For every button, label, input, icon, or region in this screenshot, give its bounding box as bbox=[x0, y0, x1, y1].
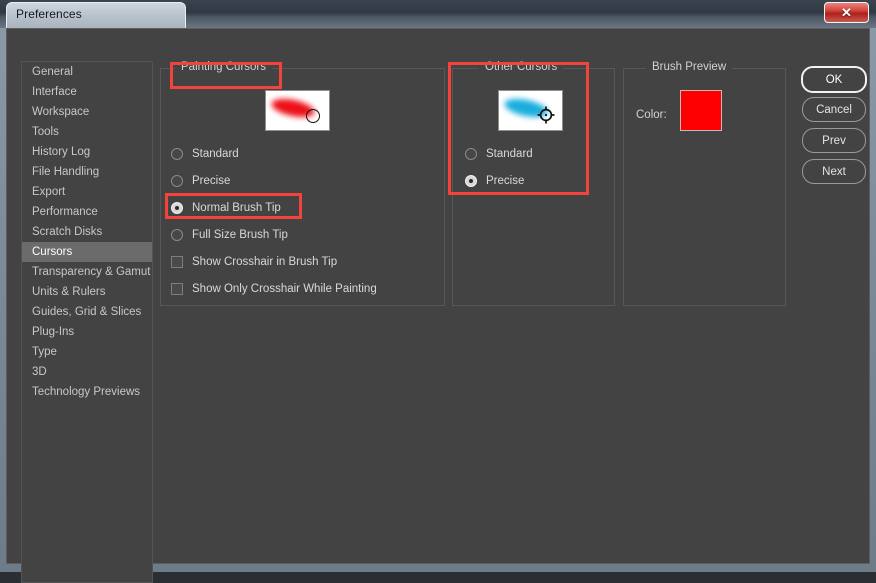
brush-preview-color-label: Color: bbox=[636, 109, 667, 121]
sidebar-item-workspace[interactable]: Workspace bbox=[22, 102, 152, 122]
title-bar: Preferences ✕ bbox=[0, 0, 876, 28]
sidebar-item-label: Units & Rulers bbox=[32, 286, 106, 298]
sidebar-item-label: Technology Previews bbox=[32, 386, 141, 398]
brush-preview-group: Brush Preview Color: bbox=[623, 61, 786, 306]
painting-cursor-preview bbox=[265, 90, 330, 131]
radio-full-size-brush-tip[interactable]: Full Size Brush Tip bbox=[171, 226, 288, 244]
sidebar-item-label: History Log bbox=[32, 146, 91, 158]
radio-precise[interactable]: Precise bbox=[465, 172, 524, 190]
preferences-dialog-window: Preferences ✕ General Interface Workspace T… bbox=[0, 0, 876, 583]
sidebar-item-label: Export bbox=[32, 186, 66, 198]
option-label: Standard bbox=[486, 148, 533, 160]
option-label: Show Crosshair in Brush Tip bbox=[192, 256, 338, 268]
button-label: Prev bbox=[822, 134, 846, 147]
sidebar-item-label: File Handling bbox=[32, 166, 100, 178]
sidebar-item-label: Cursors bbox=[32, 246, 73, 258]
button-label: Next bbox=[822, 165, 846, 178]
option-label: Precise bbox=[486, 175, 525, 187]
button-label: OK bbox=[825, 73, 843, 86]
radio-normal-brush-tip[interactable]: Normal Brush Tip bbox=[171, 199, 281, 217]
sidebar-item-history-log[interactable]: History Log bbox=[22, 142, 152, 162]
radio-indicator-icon[interactable] bbox=[465, 148, 477, 160]
cancel-button[interactable]: Cancel bbox=[802, 97, 866, 122]
option-label: Show Only Crosshair While Painting bbox=[192, 283, 377, 295]
sidebar-item-scratch-disks[interactable]: Scratch Disks bbox=[22, 222, 152, 242]
painting-cursors-group: Painting Cursors Standard Precise Normal B… bbox=[160, 61, 445, 306]
sidebar-item-label: Scratch Disks bbox=[32, 226, 103, 238]
radio-indicator-icon[interactable] bbox=[171, 202, 183, 214]
other-cursor-preview bbox=[498, 90, 563, 131]
sidebar-item-3d[interactable]: 3D bbox=[22, 362, 152, 382]
checkbox-indicator-icon[interactable] bbox=[171, 283, 183, 295]
sidebar-item-file-handling[interactable]: File Handling bbox=[22, 162, 152, 182]
other-cursors-group: Other Cursors Standard Precise bbox=[452, 61, 615, 306]
painting-cursors-legend: Painting Cursors bbox=[175, 61, 273, 73]
prev-button[interactable]: Prev bbox=[802, 128, 866, 153]
radio-precise[interactable]: Precise bbox=[171, 172, 230, 190]
sidebar-item-plug-ins[interactable]: Plug-Ins bbox=[22, 322, 152, 342]
round-brush-tip-cursor-icon bbox=[306, 109, 320, 123]
sidebar-item-label: Performance bbox=[32, 206, 98, 218]
sidebar-item-export[interactable]: Export bbox=[22, 182, 152, 202]
sidebar-item-label: Transparency & Gamut bbox=[32, 266, 151, 278]
radio-standard[interactable]: Standard bbox=[465, 145, 533, 163]
option-label: Precise bbox=[192, 175, 231, 187]
button-label: Cancel bbox=[816, 103, 852, 116]
sidebar-item-label: Guides, Grid & Slices bbox=[32, 306, 142, 318]
checkbox-show-crosshair-in-brush-tip[interactable]: Show Crosshair in Brush Tip bbox=[171, 253, 337, 271]
sidebar-item-guides-grid-slices[interactable]: Guides, Grid & Slices bbox=[22, 302, 152, 322]
checkbox-indicator-icon[interactable] bbox=[171, 256, 183, 268]
radio-indicator-icon[interactable] bbox=[171, 148, 183, 160]
sidebar-item-label: Interface bbox=[32, 86, 77, 98]
crosshair-cursor-icon bbox=[537, 106, 555, 124]
sidebar-item-performance[interactable]: Performance bbox=[22, 202, 152, 222]
sidebar-item-units-rulers[interactable]: Units & Rulers bbox=[22, 282, 152, 302]
sidebar-item-label: Tools bbox=[32, 126, 59, 138]
option-label: Normal Brush Tip bbox=[192, 202, 281, 214]
window-title: Preferences bbox=[16, 7, 82, 21]
brush-preview-legend: Brush Preview bbox=[646, 61, 733, 73]
radio-indicator-icon[interactable] bbox=[171, 229, 183, 241]
sidebar-item-technology-previews[interactable]: Technology Previews bbox=[22, 382, 152, 402]
sidebar-item-type[interactable]: Type bbox=[22, 342, 152, 362]
sidebar-item-label: Workspace bbox=[32, 106, 90, 118]
next-button[interactable]: Next bbox=[802, 159, 866, 184]
brush-preview-color-swatch[interactable] bbox=[680, 90, 722, 131]
preferences-category-list[interactable]: General Interface Workspace Tools History Lo… bbox=[21, 61, 153, 583]
sidebar-item-tools[interactable]: Tools bbox=[22, 122, 152, 142]
sidebar-item-transparency-gamut[interactable]: Transparency & Gamut bbox=[22, 262, 152, 282]
sidebar-item-cursors[interactable]: Cursors bbox=[22, 242, 152, 262]
radio-indicator-icon[interactable] bbox=[465, 175, 477, 187]
checkbox-show-only-crosshair-while-painting[interactable]: Show Only Crosshair While Painting bbox=[171, 280, 377, 298]
sidebar-item-label: General bbox=[32, 66, 73, 78]
dialog-body: General Interface Workspace Tools History Lo… bbox=[6, 28, 870, 583]
radio-indicator-icon[interactable] bbox=[171, 175, 183, 187]
sidebar-item-label: Type bbox=[32, 346, 57, 358]
ok-button[interactable]: OK bbox=[801, 66, 867, 93]
other-cursors-legend: Other Cursors bbox=[479, 61, 564, 73]
close-button[interactable]: ✕ bbox=[824, 2, 869, 23]
radio-standard[interactable]: Standard bbox=[171, 145, 239, 163]
sidebar-item-general[interactable]: General bbox=[22, 62, 152, 82]
sidebar-item-label: 3D bbox=[32, 366, 47, 378]
sidebar-item-interface[interactable]: Interface bbox=[22, 82, 152, 102]
option-label: Full Size Brush Tip bbox=[192, 229, 288, 241]
option-label: Standard bbox=[192, 148, 239, 160]
close-icon: ✕ bbox=[841, 4, 852, 20]
sidebar-item-label: Plug-Ins bbox=[32, 326, 75, 338]
